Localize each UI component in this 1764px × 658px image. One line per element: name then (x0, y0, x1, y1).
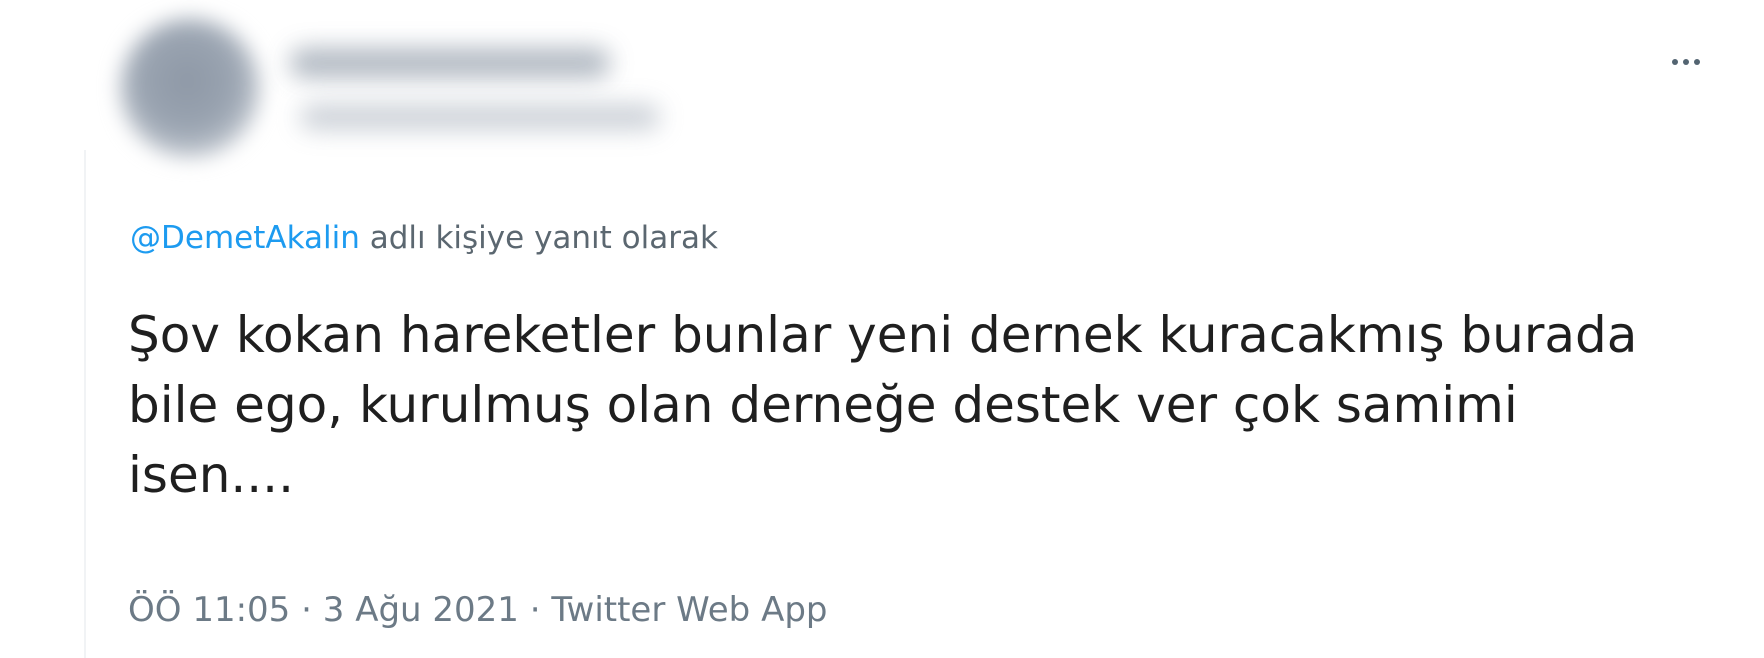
blurred-display-name[interactable] (290, 48, 610, 78)
avatar[interactable] (120, 18, 260, 158)
tweet-time-link[interactable]: ÖÖ 11:05 (128, 590, 290, 630)
meta-separator: · (518, 590, 552, 630)
tweet-meta: ÖÖ 11:05 · 3 Ağu 2021 · Twitter Web App (128, 588, 828, 632)
tweet-date-link[interactable]: 3 Ağu 2021 (323, 590, 519, 630)
blurred-username[interactable] (300, 104, 660, 130)
reply-context: @DemetAkalin adlı kişiye yanıt olarak (130, 218, 718, 258)
reply-context-label: adlı kişiye yanıt olarak (359, 220, 718, 256)
tweet-card: @DemetAkalin adlı kişiye yanıt olarak Şo… (0, 0, 1764, 658)
more-options-button[interactable] (1658, 42, 1714, 82)
tweet-text: Şov kokan hareketler bunlar yeni dernek … (128, 306, 1638, 504)
tweet-source-link[interactable]: Twitter Web App (551, 590, 827, 630)
meta-separator: · (290, 590, 323, 630)
divider (84, 150, 86, 658)
more-horizontal-icon (1672, 59, 1700, 65)
reply-handle-link[interactable]: @DemetAkalin (130, 220, 360, 256)
